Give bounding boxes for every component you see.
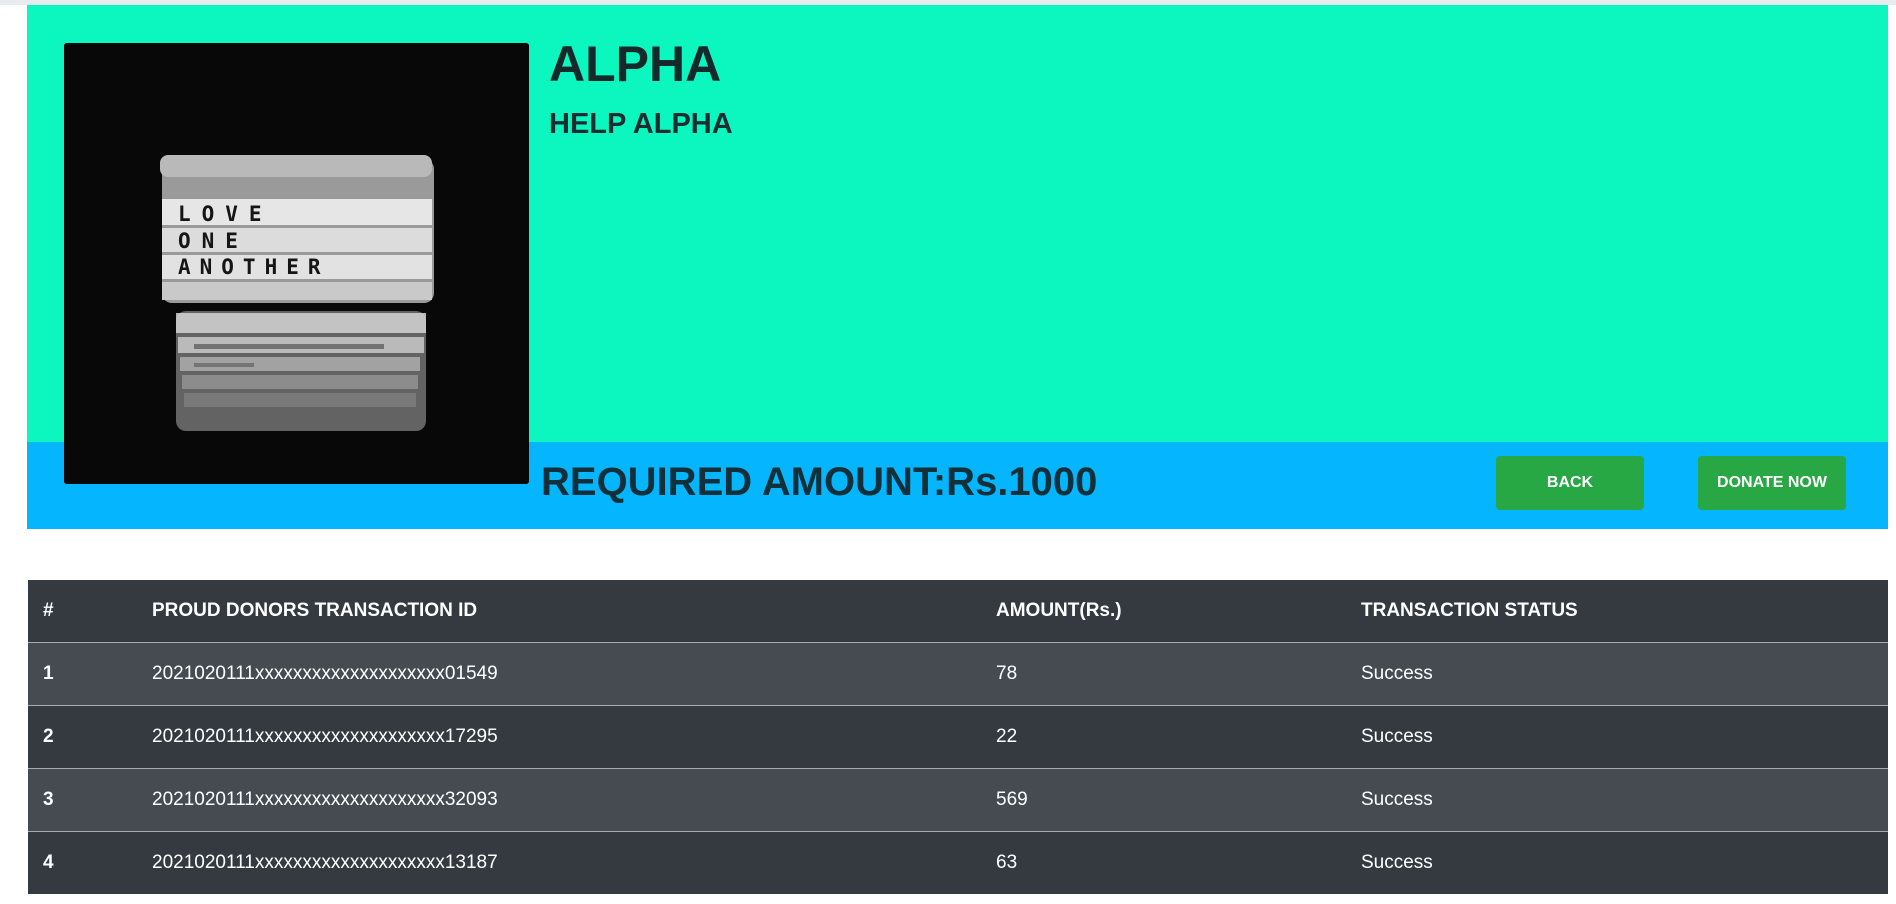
- campaign-subtitle: HELP ALPHA: [549, 108, 733, 140]
- transaction-id: 2021020111xxxxxxxxxxxxxxxxxxxx17295: [152, 726, 498, 747]
- lightbox-sign-illustration: LOVE ONE ANOTHER: [64, 43, 529, 484]
- amount: 22: [996, 726, 1018, 747]
- required-amount: REQUIRED AMOUNT:Rs.1000: [541, 460, 1098, 504]
- table-row: 2 2021020111xxxxxxxxxxxxxxxxxxxx17295 22…: [28, 705, 1888, 769]
- transaction-id: 2021020111xxxxxxxxxxxxxxxxxxxx32093: [152, 789, 498, 810]
- transaction-status: Success: [1361, 852, 1433, 873]
- donors-table: # PROUD DONORS TRANSACTION ID AMOUNT(Rs.…: [28, 580, 1888, 894]
- transaction-id: 2021020111xxxxxxxxxxxxxxxxxxxx01549: [152, 663, 498, 684]
- table-row: 3 2021020111xxxxxxxxxxxxxxxxxxxx32093 56…: [28, 768, 1888, 832]
- column-header-amount: AMOUNT(Rs.): [996, 600, 1122, 621]
- donate-now-button[interactable]: DONATE NOW: [1698, 456, 1846, 510]
- sign-line-3: ANOTHER: [178, 255, 330, 279]
- campaign-image: LOVE ONE ANOTHER: [64, 43, 529, 484]
- table-header-row: # PROUD DONORS TRANSACTION ID AMOUNT(Rs.…: [28, 580, 1888, 643]
- row-number: 2: [43, 726, 54, 747]
- transaction-status: Success: [1361, 726, 1433, 747]
- transaction-status: Success: [1361, 789, 1433, 810]
- column-header-transaction-id: PROUD DONORS TRANSACTION ID: [152, 600, 478, 621]
- sign-line-1: LOVE: [178, 202, 273, 226]
- amount: 78: [996, 663, 1018, 684]
- amount: 569: [996, 789, 1028, 810]
- column-header-number: #: [43, 600, 54, 621]
- transaction-status: Success: [1361, 663, 1433, 684]
- campaign-title: ALPHA: [549, 36, 722, 92]
- table-row: 4 2021020111xxxxxxxxxxxxxxxxxxxx13187 63…: [28, 831, 1888, 894]
- back-button[interactable]: BACK: [1496, 456, 1644, 510]
- column-header-status: TRANSACTION STATUS: [1361, 600, 1578, 621]
- amount: 63: [996, 852, 1018, 873]
- table-row: 1 2021020111xxxxxxxxxxxxxxxxxxxx01549 78…: [28, 642, 1888, 706]
- sign-line-2: ONE: [178, 229, 249, 253]
- transaction-id: 2021020111xxxxxxxxxxxxxxxxxxxx13187: [152, 852, 498, 873]
- row-number: 3: [43, 789, 54, 810]
- row-number: 4: [43, 852, 54, 873]
- row-number: 1: [43, 663, 54, 684]
